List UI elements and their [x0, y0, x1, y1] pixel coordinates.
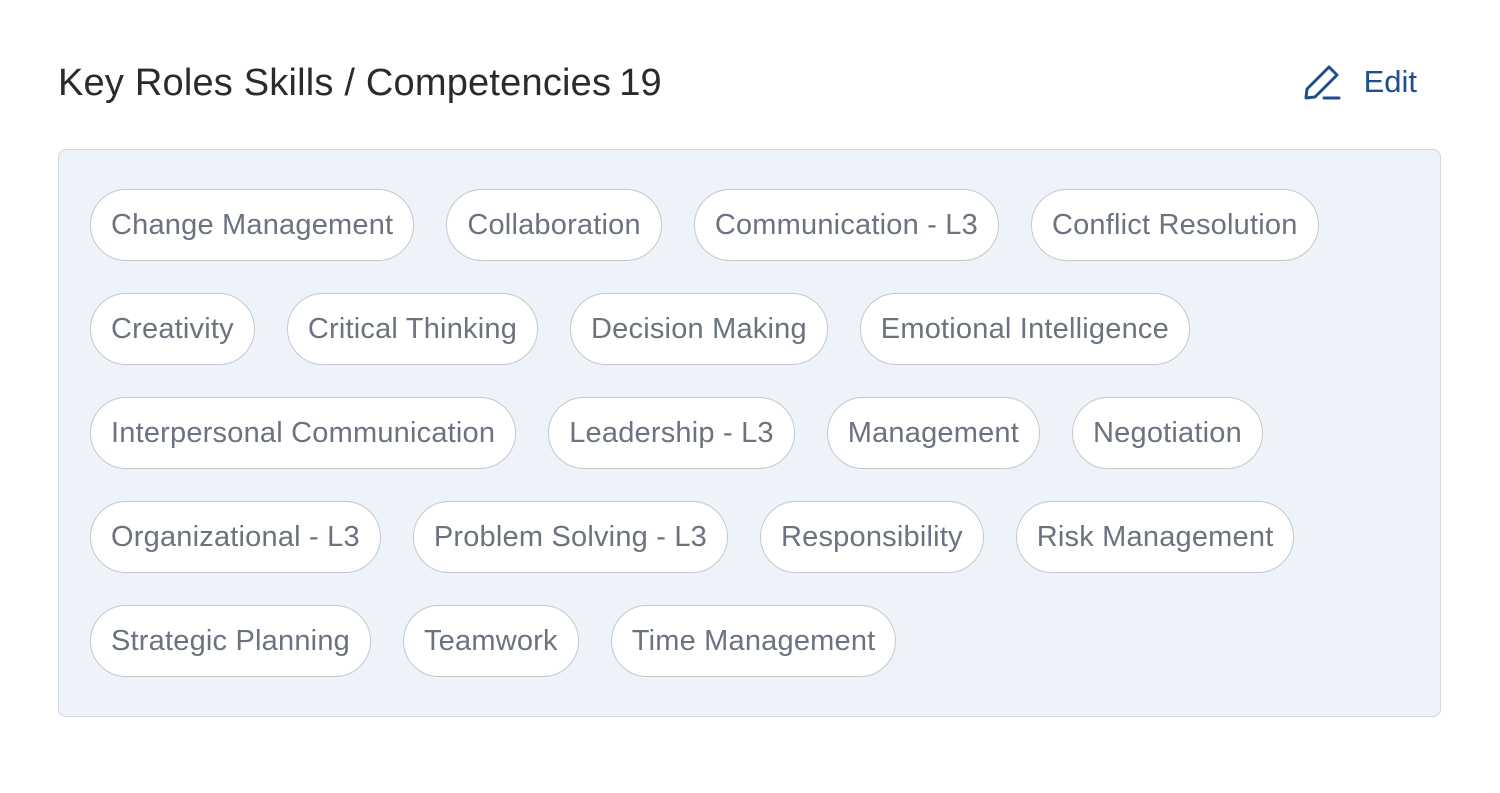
section-title: Key Roles Skills / Competencies 19 — [58, 58, 662, 108]
skill-chip: Critical Thinking — [286, 293, 539, 365]
skill-chip: Problem Solving - L3 — [412, 501, 729, 573]
skill-chip: Communication - L3 — [693, 189, 999, 261]
skills-section: Key Roles Skills / Competencies 19 Edit C… — [58, 0, 1441, 717]
skills-panel: Change Management Collaboration Communicat… — [58, 149, 1441, 717]
skill-chip: Time Management — [610, 605, 897, 677]
edit-button[interactable]: Edit — [1302, 58, 1417, 106]
skill-chip: Leadership - L3 — [548, 397, 795, 469]
skill-chip: Interpersonal Communication — [90, 397, 517, 469]
skill-chip: Negotiation — [1072, 397, 1263, 469]
skill-chip: Teamwork — [402, 605, 579, 677]
skill-chip: Management — [826, 397, 1041, 469]
skill-chip: Strategic Planning — [90, 605, 371, 677]
skills-chip-list: Change Management Collaboration Communicat… — [90, 189, 1409, 677]
skill-chip: Emotional Intelligence — [859, 293, 1190, 365]
skill-chip: Risk Management — [1015, 501, 1295, 573]
section-title-text: Key Roles Skills / Competencies — [58, 62, 612, 104]
skills-count: 19 — [619, 62, 662, 104]
edit-label: Edit — [1363, 64, 1417, 99]
section-header: Key Roles Skills / Competencies 19 Edit — [58, 0, 1441, 149]
skill-chip: Collaboration — [446, 189, 662, 261]
skill-chip: Conflict Resolution — [1030, 189, 1319, 261]
skill-chip: Responsibility — [760, 501, 984, 573]
skill-chip: Creativity — [90, 293, 255, 365]
skill-chip: Organizational - L3 — [90, 501, 381, 573]
skill-chip: Decision Making — [570, 293, 828, 365]
pencil-icon — [1304, 65, 1341, 100]
skill-chip: Change Management — [90, 189, 415, 261]
